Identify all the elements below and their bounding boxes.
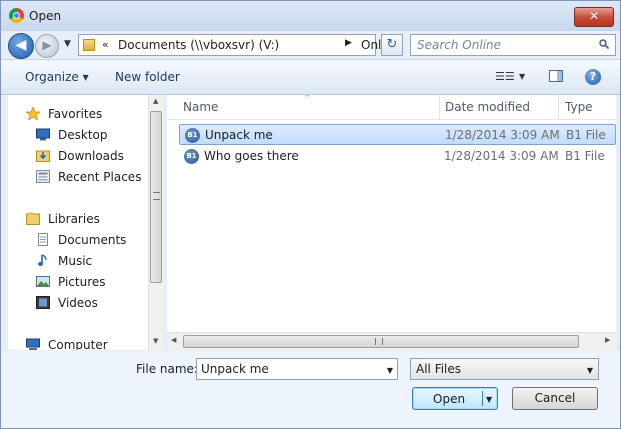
navigation-bar: ◀ ▶ ▼ « Documents (\\vboxsvr) (V:) ▶ Onl… xyxy=(1,31,620,59)
libraries-icon xyxy=(26,212,40,225)
window-title: Open xyxy=(29,9,62,23)
grip-icon xyxy=(153,192,160,200)
search-placeholder: Search Online xyxy=(417,38,502,52)
column-divider[interactable] xyxy=(558,95,559,119)
scroll-down-icon[interactable]: ▼ xyxy=(153,337,158,345)
file-name: Unpack me xyxy=(205,128,273,142)
sidebar-item-label: Videos xyxy=(58,296,98,310)
horizontal-scroll-thumb[interactable] xyxy=(183,335,579,348)
b1-file-icon: B1 xyxy=(184,149,199,164)
file-type: B1 File xyxy=(565,149,605,163)
file-list: ^ Name Date modified Type B1 Unpack me 1… xyxy=(167,95,616,350)
sidebar-item-computer[interactable]: Computer xyxy=(8,335,148,350)
address-overflow-chevron[interactable]: « xyxy=(102,38,109,51)
column-header-date-modified[interactable]: Date modified xyxy=(445,100,530,114)
column-divider[interactable] xyxy=(439,95,440,119)
file-type-dropdown-icon[interactable]: ▼ xyxy=(587,366,593,375)
grip-icon xyxy=(375,338,383,345)
documents-icon xyxy=(38,233,48,246)
search-icon[interactable] xyxy=(599,39,609,49)
sidebar-item-label: Favorites xyxy=(48,107,103,121)
address-bar[interactable]: « Documents (\\vboxsvr) (V:) ▶ Online ▼ xyxy=(78,34,452,56)
downloads-folder-icon xyxy=(36,150,50,162)
sidebar-item-desktop[interactable]: Desktop xyxy=(8,125,148,145)
scroll-right-icon[interactable]: ▶ xyxy=(605,336,610,344)
sort-ascending-icon: ^ xyxy=(304,95,311,102)
forward-button[interactable]: ▶ xyxy=(35,34,59,58)
recent-pages-dropdown-icon[interactable]: ▼ xyxy=(64,39,71,49)
dialog-footer: File name: Unpack me ▼ All Files ▼ Open … xyxy=(1,351,620,428)
column-headers: ^ Name Date modified Type xyxy=(167,95,616,120)
file-list-horizontal-scrollbar[interactable]: ◀ ▶ xyxy=(167,332,616,350)
file-row-unpack-me[interactable]: B1 Unpack me 1/28/2014 3:09 AM B1 File xyxy=(179,124,616,145)
navigation-pane: Favorites Desktop Downloads Recent Place… xyxy=(8,95,163,350)
file-row-who-goes-there[interactable]: B1 Who goes there 1/28/2014 3:09 AM B1 F… xyxy=(179,146,616,167)
folder-icon xyxy=(83,39,95,51)
command-bar: Organize ▾ New folder ☰☰ ▼ ? xyxy=(1,59,620,95)
sidebar-item-label: Recent Places xyxy=(58,170,142,184)
music-icon xyxy=(38,254,47,266)
file-date-modified: 1/28/2014 3:09 AM xyxy=(445,128,560,142)
split-divider xyxy=(482,391,483,406)
file-name: Who goes there xyxy=(204,149,299,163)
open-button-label: Open xyxy=(433,392,466,406)
sidebar-item-label: Documents xyxy=(58,233,127,247)
sidebar-item-videos[interactable]: Videos xyxy=(8,293,148,313)
preview-pane-icon[interactable] xyxy=(549,70,563,82)
pictures-icon xyxy=(36,276,50,287)
sidebar-item-favorites[interactable]: Favorites xyxy=(8,104,148,124)
sidebar-item-music[interactable]: Music xyxy=(8,251,148,271)
recent-places-icon xyxy=(36,170,50,183)
sidebar-item-label: Libraries xyxy=(48,212,100,226)
open-button[interactable]: Open ▼ xyxy=(412,387,498,410)
file-name-input[interactable]: Unpack me ▼ xyxy=(196,358,398,380)
sidebar-item-documents[interactable]: Documents xyxy=(8,230,148,250)
open-dialog: Open ✕ ◀ ▶ ▼ « Documents (\\vboxsvr) (V:… xyxy=(0,0,621,429)
videos-icon xyxy=(36,296,50,309)
desktop-icon xyxy=(36,128,50,141)
chrome-icon xyxy=(9,8,24,23)
sidebar-item-label: Downloads xyxy=(58,149,124,163)
organize-menu[interactable]: Organize ▾ xyxy=(25,70,89,84)
scroll-left-icon[interactable]: ◀ xyxy=(171,336,176,344)
change-view-icon[interactable]: ☰☰ xyxy=(495,70,515,83)
sidebar-item-label: Pictures xyxy=(58,275,106,289)
column-header-type[interactable]: Type xyxy=(565,100,593,114)
file-type-select[interactable]: All Files ▼ xyxy=(410,358,599,380)
breadcrumb-separator-icon[interactable]: ▶ xyxy=(345,38,352,48)
breadcrumb-documents[interactable]: Documents (\\vboxsvr) (V:) xyxy=(118,38,279,52)
back-button[interactable]: ◀ xyxy=(8,33,34,59)
sidebar-item-libraries[interactable]: Libraries xyxy=(8,209,148,229)
column-header-name[interactable]: Name xyxy=(183,100,218,114)
title-bar[interactable]: Open ✕ xyxy=(1,1,620,31)
b1-file-icon: B1 xyxy=(185,128,200,143)
sidebar-item-downloads[interactable]: Downloads xyxy=(8,146,148,166)
new-folder-button[interactable]: New folder xyxy=(115,70,180,84)
open-options-dropdown-icon[interactable]: ▼ xyxy=(486,395,492,404)
file-name-value[interactable]: Unpack me xyxy=(201,362,269,376)
refresh-button[interactable]: ↻ xyxy=(381,34,403,56)
search-input[interactable]: Search Online xyxy=(410,34,616,56)
help-icon[interactable]: ? xyxy=(585,69,601,85)
computer-icon xyxy=(26,338,40,350)
file-name-dropdown-icon[interactable]: ▼ xyxy=(387,366,393,375)
file-name-label: File name: xyxy=(136,362,198,376)
sidebar-item-recent-places[interactable]: Recent Places xyxy=(8,167,148,187)
close-button[interactable]: ✕ xyxy=(574,7,614,27)
file-type-value: All Files xyxy=(416,362,462,376)
scroll-up-icon[interactable]: ▲ xyxy=(153,97,158,105)
star-icon xyxy=(26,107,40,120)
sidebar-item-label: Music xyxy=(58,254,93,268)
file-date-modified: 1/28/2014 3:09 AM xyxy=(444,149,559,163)
sidebar-scrollbar[interactable]: ▲ ▼ xyxy=(148,95,164,350)
sidebar-item-label: Desktop xyxy=(58,128,108,142)
view-options-dropdown-icon[interactable]: ▼ xyxy=(519,72,525,81)
sidebar-scroll-thumb[interactable] xyxy=(150,111,162,283)
sidebar-item-pictures[interactable]: Pictures xyxy=(8,272,148,292)
sidebar-item-label: Computer xyxy=(48,338,108,350)
file-type: B1 File xyxy=(566,128,606,142)
cancel-button[interactable]: Cancel xyxy=(512,387,598,410)
